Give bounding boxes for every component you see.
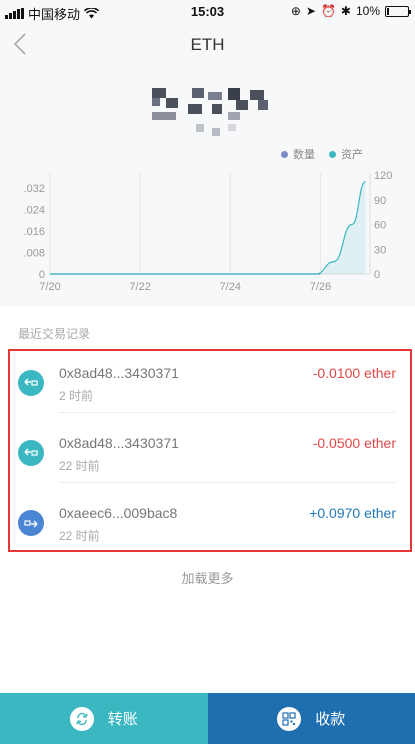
transaction-address: 0x8ad48...3430371 xyxy=(59,435,179,451)
chart-legend: 数量 资产 xyxy=(281,146,363,162)
bottom-action-bar: 转账 收款 xyxy=(0,693,415,744)
battery-icon xyxy=(385,5,411,17)
series-line xyxy=(50,181,367,275)
y-right-tick-label: 30 xyxy=(374,244,386,256)
receive-label: 收款 xyxy=(315,711,346,728)
y-left-tick-label: .032 xyxy=(24,183,45,195)
transfer-button[interactable]: 转账 xyxy=(0,693,208,744)
receive-arrow-icon xyxy=(18,510,44,536)
legend-item-quantity: 数量 xyxy=(281,146,315,162)
transaction-time: 2 时前 xyxy=(59,389,94,403)
legend-dot-assets xyxy=(329,150,336,158)
y-left-tick-label: .016 xyxy=(24,226,45,238)
y-right-tick-label: 120 xyxy=(374,170,392,182)
y-right-tick-label: 0 xyxy=(374,269,380,281)
transaction-amount: +0.0970 ether xyxy=(309,505,396,521)
transaction-address: 0xaeec6...009bac8 xyxy=(59,505,178,521)
y-right-tick-label: 90 xyxy=(374,195,386,207)
send-arrow-icon xyxy=(18,440,44,466)
recent-transactions-title: 最近交易记录 xyxy=(18,327,91,341)
transaction-time: 22 时前 xyxy=(59,529,100,543)
alarm-icon: ⏰ xyxy=(320,4,336,18)
bluetooth-icon: ✱ xyxy=(340,4,351,18)
legend-dot-quantity xyxy=(281,150,288,158)
receive-button[interactable]: 收款 xyxy=(207,693,415,744)
transfer-label: 转账 xyxy=(107,711,138,728)
transaction-time: 22 时前 xyxy=(59,459,100,473)
y-left-tick-label: 0 xyxy=(39,269,45,281)
transaction-amount: -0.0100 ether xyxy=(312,365,396,381)
qr-code-icon xyxy=(277,706,302,731)
transaction-row[interactable]: 0xaeec6...009bac8 22 时前 +0.0970 ether xyxy=(18,493,396,563)
page-title: ETH xyxy=(190,35,225,54)
x-tick-label: 7/22 xyxy=(129,281,150,293)
nav-bar: ETH xyxy=(0,22,415,66)
balance-chart: 7/20 7/22 7/24 7/26 .032 .024 .016 .008 0 120 90 60… xyxy=(24,170,393,293)
battery-percent: 10% xyxy=(355,4,380,18)
send-arrow-icon xyxy=(18,370,44,396)
transaction-amount: -0.0500 ether xyxy=(312,435,396,451)
y-left-tick-label: .024 xyxy=(24,205,45,217)
y-right-tick-label: 60 xyxy=(374,220,386,232)
status-bar: 中国移动 15:03 ⊕ ➤ ⏰ ✱ 10% xyxy=(0,0,415,22)
location-icon: ➤ xyxy=(305,4,316,18)
x-tick-label: 7/24 xyxy=(220,281,241,293)
row-divider xyxy=(59,412,396,413)
transaction-address: 0x8ad48...3430371 xyxy=(59,365,179,381)
lock-rotation-icon: ⊕ xyxy=(290,4,301,18)
row-divider xyxy=(59,482,396,483)
transfer-icon xyxy=(69,706,94,731)
x-tick-label: 7/20 xyxy=(39,281,60,293)
load-more-button[interactable]: 加载更多 xyxy=(0,568,415,587)
legend-item-assets: 资产 xyxy=(329,146,363,162)
x-tick-label: 7/26 xyxy=(310,281,331,293)
y-left-tick-label: .008 xyxy=(24,248,45,260)
transactions-panel: 最近交易记录 0x8ad48...3430371 2 时前 -0.0100 et… xyxy=(0,307,415,693)
series-area xyxy=(50,181,366,274)
